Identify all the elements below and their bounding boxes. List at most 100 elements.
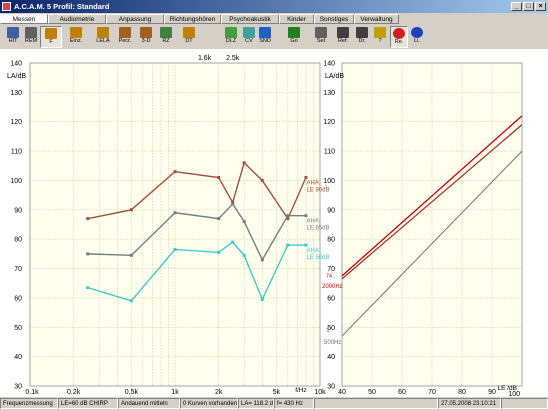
y-tick-label: 140	[10, 61, 22, 68]
toolbar-button-label: Li.	[414, 38, 420, 44]
y-tick-label: 120	[10, 119, 22, 126]
y-tick-label: 60	[327, 295, 335, 302]
minimize-button[interactable]: _	[511, 2, 522, 11]
bars-icon	[119, 27, 131, 38]
tab-psychoakustik[interactable]: Psychoakustik	[221, 14, 279, 24]
tab-richtungshoeren[interactable]: Richtungshören	[164, 14, 221, 24]
main-tabs: Messen Audiometrie Anpassung Richtungshö…	[0, 14, 548, 25]
toolbar-button-rem[interactable]: REM	[22, 26, 40, 48]
y-tick-label: 140	[323, 61, 335, 68]
data-point	[231, 202, 235, 206]
data-point	[260, 297, 264, 301]
toolbar-button-label: HIT	[8, 38, 18, 44]
status-la: LA= 118.2 dB	[238, 398, 274, 409]
y-tick-label: 80	[14, 237, 22, 244]
toolbar-button-dr[interactable]: Dr.	[353, 26, 371, 48]
ear-left-icon	[411, 27, 423, 38]
toolbar-button-label: Set	[316, 38, 326, 44]
tab-label: Messen	[12, 16, 36, 23]
toolbar-button-label: LELA	[96, 38, 110, 44]
toolbar-button-lela[interactable]: LELA	[94, 26, 112, 48]
data-point	[217, 250, 221, 254]
close-button[interactable]: ×	[535, 2, 546, 11]
wave-icon	[225, 27, 237, 38]
tab-sonstiges[interactable]: Sonstiges	[314, 14, 354, 24]
curve-icon	[97, 27, 109, 38]
chart-area: 30 3040 4050 5060 6070 7080 8090 90100 100110 110…	[0, 49, 548, 397]
tab-label: Anpassung	[118, 16, 152, 23]
x-top-label: 1.6k	[198, 55, 212, 62]
data-point	[217, 176, 221, 180]
toolbar-button-go[interactable]: Go	[285, 26, 303, 48]
y-axis-label: LA/dB	[325, 73, 344, 80]
y-tick-label: 130	[10, 90, 22, 97]
series-label: AHA:	[306, 181, 320, 187]
toolbar-button-re[interactable]: Re.	[390, 26, 408, 48]
toolbar-button-[interactable]: ?	[371, 26, 389, 48]
series-label: LE 80dB	[306, 188, 329, 194]
x-tick-label: 80	[458, 389, 466, 396]
data-point	[286, 243, 290, 247]
status-averaging: Andauend mitteln	[118, 398, 180, 409]
tab-audiometrie[interactable]: Audiometrie	[48, 14, 106, 24]
toolbar-button-einz[interactable]: Einz.	[67, 26, 85, 48]
data-point	[86, 252, 90, 256]
toolbar-button-label: RZ	[162, 38, 170, 44]
status-frequency: f= 430 Hz	[274, 398, 314, 409]
series-label: 500Hz	[324, 340, 341, 346]
toolbar-button-dt[interactable]: DT	[180, 26, 198, 48]
series-label: 74..	[326, 273, 336, 279]
y-tick-label: 30	[327, 384, 335, 391]
y-tick-label: 30	[14, 384, 22, 391]
toolbar-button-3d[interactable]: 3-D	[137, 26, 155, 48]
y-tick-label: 130	[323, 90, 335, 97]
x-tick-label: 0.2k	[67, 389, 81, 396]
tab-label: Verwaltung	[360, 16, 393, 23]
toolbar-button-set[interactable]: Set	[312, 26, 330, 48]
toolbar-button-perz[interactable]: Perz.	[116, 26, 134, 48]
toolbar-button-snd[interactable]: SND	[256, 26, 274, 48]
tab-anpassung[interactable]: Anpassung	[106, 14, 164, 24]
x-tick-label: 60	[398, 389, 406, 396]
toolbar-button-label: Ref.	[337, 38, 349, 44]
toolbar-button-label: DT	[185, 38, 193, 44]
tab-kinder[interactable]: Kinder	[279, 14, 314, 24]
data-point	[86, 286, 90, 290]
series-label: AHA:	[306, 219, 320, 225]
data-point	[231, 240, 235, 244]
tab-label: Kinder	[287, 16, 306, 23]
toolbar-button-hit[interactable]: HIT	[4, 26, 22, 48]
tab-label: Psychoakustik	[229, 16, 271, 23]
x-axis-label: LE /dB	[497, 385, 517, 392]
toolbar-button-label: Dr.	[358, 38, 366, 44]
x-tick-label: 90	[488, 389, 496, 396]
wrench-icon	[315, 27, 327, 38]
toolbar-button-li[interactable]: Li.	[408, 26, 426, 48]
data-point	[173, 170, 177, 174]
series-label: 2000Hz	[322, 284, 343, 290]
toolbar-button-f[interactable]: F	[40, 26, 62, 48]
y-tick-label: 110	[324, 149, 335, 156]
data-point	[129, 253, 133, 257]
data-point	[304, 214, 308, 218]
x-tick-label: 1k	[171, 389, 179, 396]
data-point	[173, 211, 177, 215]
tab-verwaltung[interactable]: Verwaltung	[354, 14, 399, 24]
y-tick-label: 60	[14, 295, 22, 302]
maximize-button[interactable]: □	[523, 2, 534, 11]
toolbar-button-rz[interactable]: RZ	[157, 26, 175, 48]
series-label: LE 50dB	[306, 255, 329, 261]
speaker-icon	[259, 27, 271, 38]
toolbar: HIT REM F Einz. LELA Perz. 3-D RZ DT DLZ CV SND Go Se…	[0, 25, 548, 50]
curve-icon	[45, 28, 57, 39]
toolbar-button-ref[interactable]: Ref.	[334, 26, 352, 48]
x-tick-label: 70	[428, 389, 436, 396]
series-label: 3..	[326, 328, 333, 334]
status-bar: Frequenzmessung LE=60 dB CHIRP Andauend …	[0, 397, 548, 410]
status-empty	[314, 398, 438, 409]
toolbar-button-dlz[interactable]: DLZ	[222, 26, 240, 48]
data-point	[217, 217, 221, 221]
data-point	[242, 253, 246, 257]
tab-messen[interactable]: Messen	[0, 14, 48, 24]
curve-icon	[183, 27, 195, 38]
